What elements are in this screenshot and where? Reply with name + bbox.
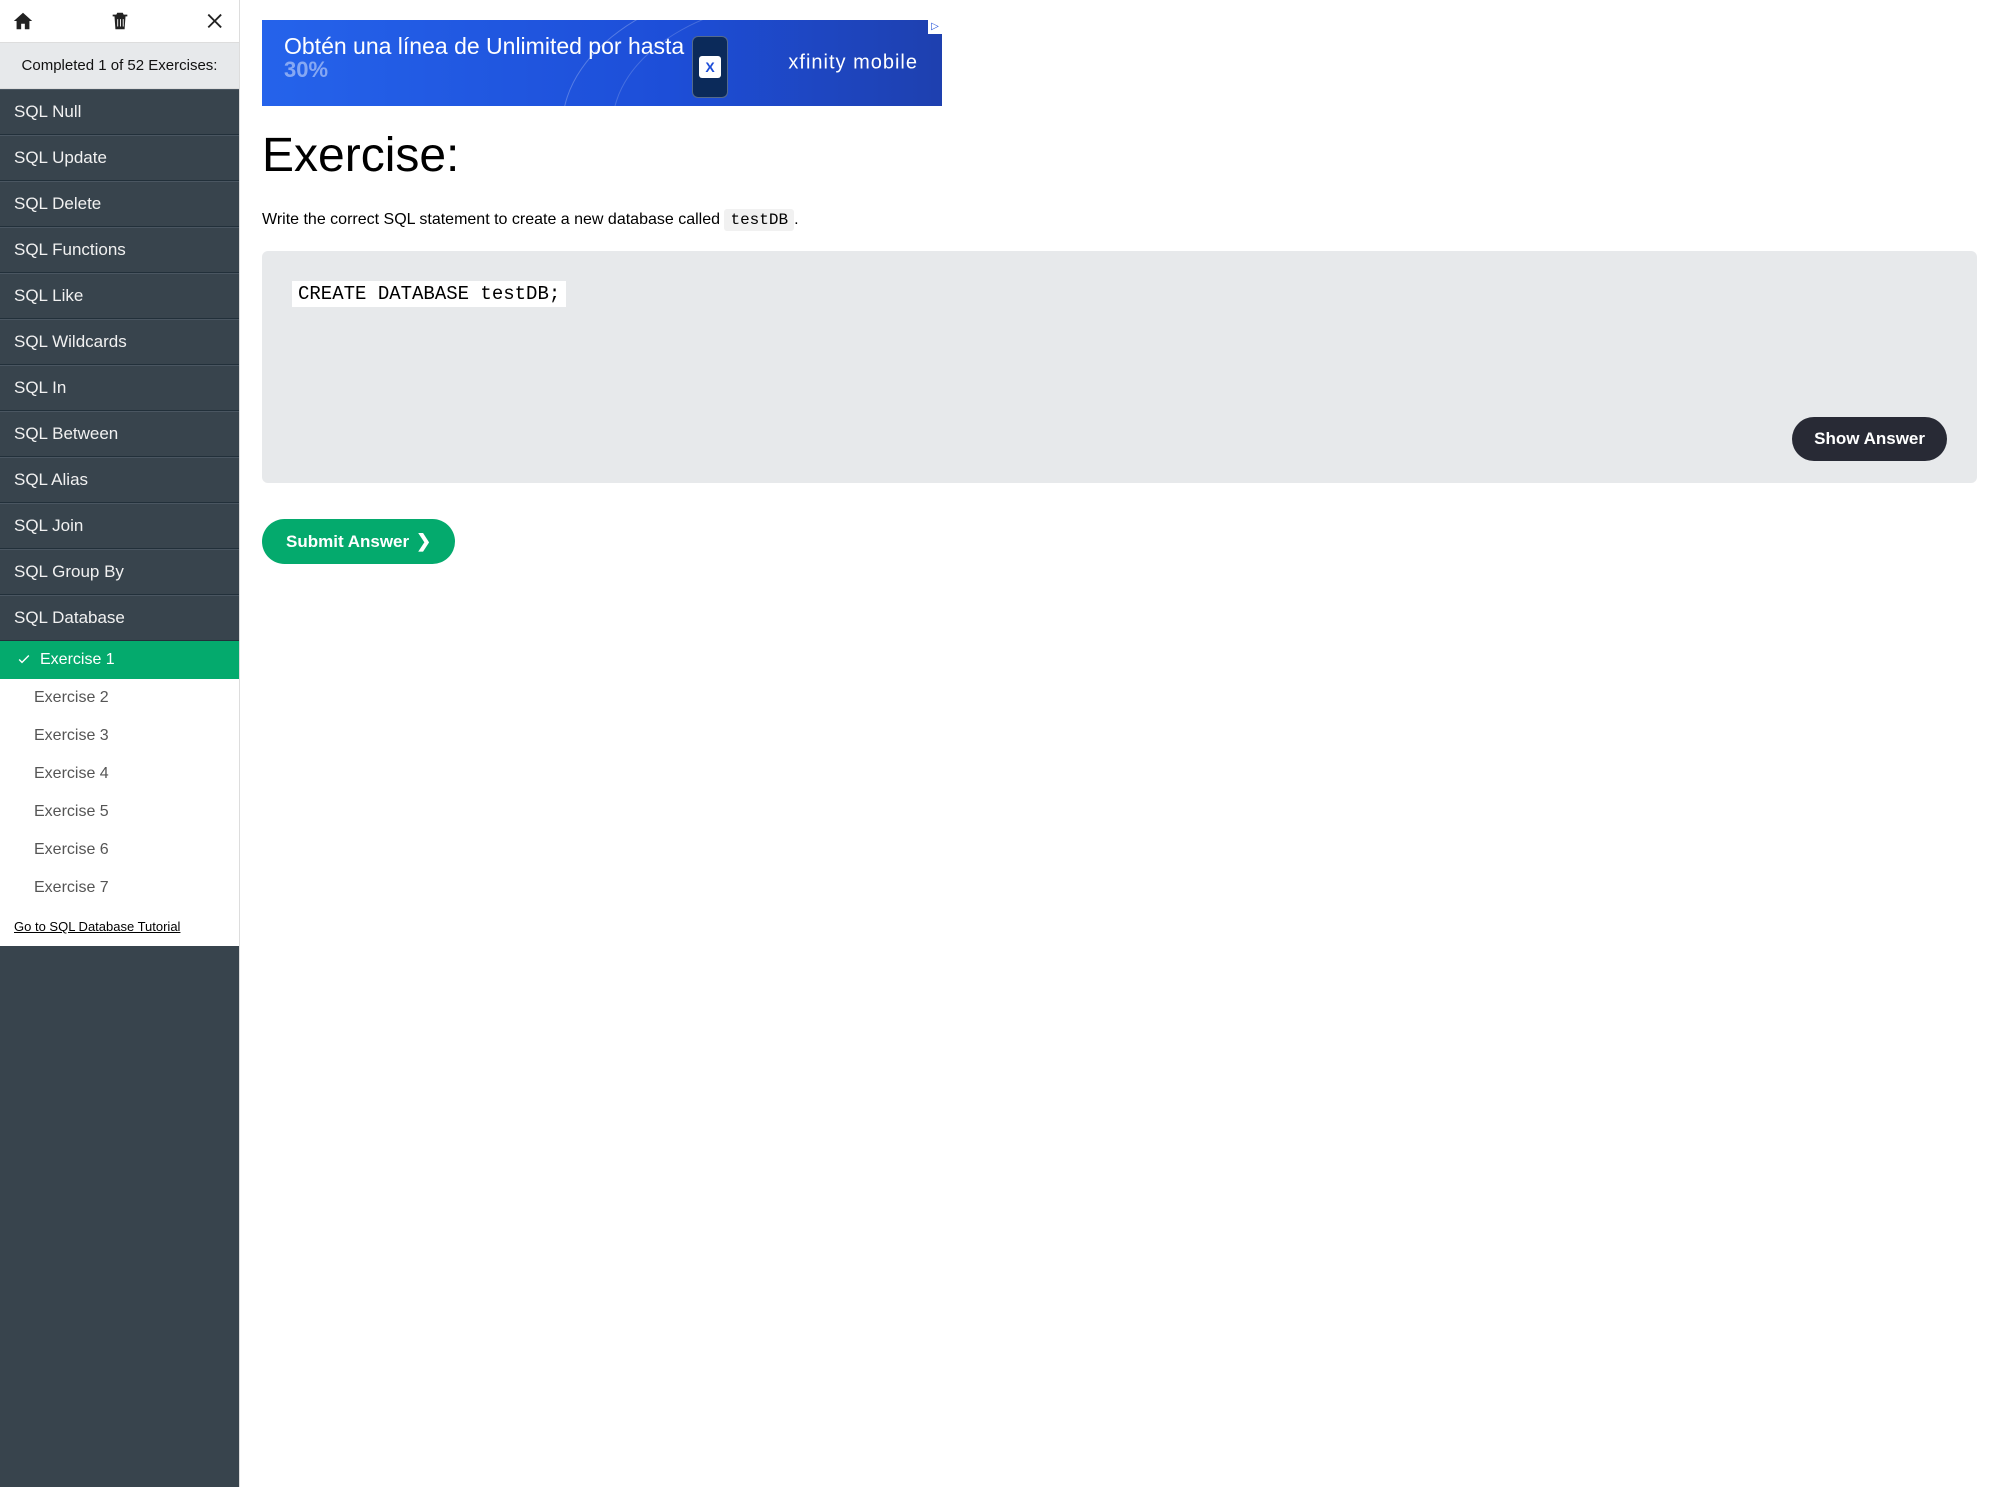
ad-phone-graphic: X: [692, 36, 728, 98]
ad-brand: xfinity mobile: [788, 52, 918, 75]
main-content: Obtén una línea de Unlimited por hasta 3…: [240, 0, 1999, 1487]
sidebar-exercise-label: Exercise 1: [40, 651, 115, 669]
sidebar-topic[interactable]: SQL Null: [0, 89, 239, 135]
sidebar-topic[interactable]: SQL Like: [0, 273, 239, 319]
exercise-instruction: Write the correct SQL statement to creat…: [262, 211, 1977, 229]
chevron-right-icon: ❯: [411, 531, 431, 551]
submit-label: Submit Answer: [286, 532, 409, 551]
tutorial-link[interactable]: Go to SQL Database Tutorial: [0, 907, 239, 946]
sidebar-topic[interactable]: SQL In: [0, 365, 239, 411]
code-input[interactable]: CREATE DATABASE testDB;: [292, 281, 566, 307]
sidebar-topic[interactable]: SQL Alias: [0, 457, 239, 503]
check-icon: [16, 652, 32, 668]
sidebar-exercise[interactable]: Exercise 3: [0, 717, 239, 755]
ad-marker-icon: ▷: [928, 20, 942, 34]
sidebar-exercise[interactable]: Exercise 2: [0, 679, 239, 717]
sidebar-topic[interactable]: SQL Group By: [0, 549, 239, 595]
sidebar-exercise[interactable]: Exercise 6: [0, 831, 239, 869]
sidebar-topic[interactable]: SQL Between: [0, 411, 239, 457]
instruction-code: testDB: [724, 209, 794, 231]
sidebar-topic[interactable]: SQL Wildcards: [0, 319, 239, 365]
submit-answer-button[interactable]: Submit Answer ❯: [262, 519, 455, 564]
sidebar-exercise-active[interactable]: Exercise 1: [0, 641, 239, 679]
page-title: Exercise:: [262, 128, 1977, 183]
sidebar-scroll[interactable]: SQL Null SQL Update SQL Delete SQL Funct…: [0, 89, 239, 1487]
ad-banner[interactable]: Obtén una línea de Unlimited por hasta 3…: [262, 20, 942, 106]
sidebar: Completed 1 of 52 Exercises: SQL Null SQ…: [0, 0, 240, 1487]
home-icon[interactable]: [12, 10, 34, 32]
sidebar-topic-active[interactable]: SQL Database: [0, 595, 239, 641]
sidebar-toolbar: [0, 0, 239, 42]
show-answer-button[interactable]: Show Answer: [1792, 417, 1947, 461]
trash-icon[interactable]: [109, 10, 131, 32]
close-icon[interactable]: [205, 10, 227, 32]
progress-text: Completed 1 of 52 Exercises:: [0, 42, 239, 89]
exercise-box: CREATE DATABASE testDB; Show Answer: [262, 251, 1977, 483]
instruction-text: Write the correct SQL statement to creat…: [262, 211, 724, 228]
sidebar-topic[interactable]: SQL Join: [0, 503, 239, 549]
instruction-text: .: [794, 211, 798, 228]
sidebar-topic[interactable]: SQL Functions: [0, 227, 239, 273]
ad-phone-letter: X: [699, 56, 721, 78]
sidebar-topic[interactable]: SQL Update: [0, 135, 239, 181]
sidebar-exercise[interactable]: Exercise 7: [0, 869, 239, 907]
sidebar-topic[interactable]: SQL Delete: [0, 181, 239, 227]
sidebar-exercise[interactable]: Exercise 4: [0, 755, 239, 793]
ad-text: Obtén una línea de Unlimited por: [284, 33, 628, 59]
sidebar-exercise[interactable]: Exercise 5: [0, 793, 239, 831]
